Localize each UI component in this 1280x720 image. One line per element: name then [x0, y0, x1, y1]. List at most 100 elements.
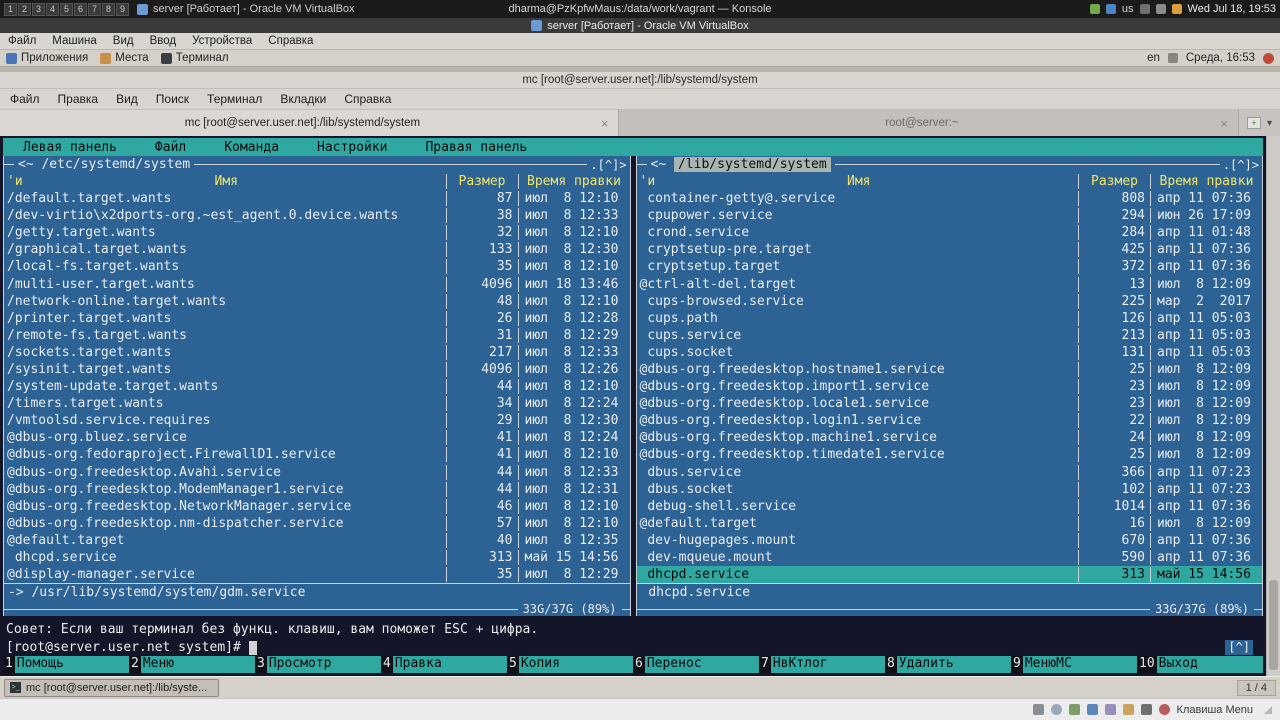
function-key[interactable]: 6 Перенос — [633, 656, 759, 673]
resize-grip[interactable] — [1264, 705, 1272, 714]
terminal-tab[interactable]: root@server:~ × — [619, 110, 1239, 136]
file-row[interactable]: /local-fs.target.wants 35 июл 8 12:10 — [4, 258, 630, 275]
file-row[interactable]: @default.target 16 июл 8 12:09 — [637, 515, 1263, 532]
shutdown-icon[interactable] — [1263, 52, 1274, 64]
file-row[interactable]: cups.service 213 апр 11 05:03 — [637, 327, 1263, 344]
virtualbox-menu-item[interactable]: Устройства — [192, 35, 252, 47]
file-row[interactable]: /getty.target.wants 32 июл 8 12:10 — [4, 224, 630, 241]
shared-folders-status-icon[interactable] — [1122, 704, 1134, 715]
workspace-button[interactable]: 7 — [88, 2, 101, 16]
panel-scroll-corner[interactable]: .[^]> — [1220, 158, 1262, 172]
file-row[interactable]: @dbus-org.freedesktop.Avahi.service 44 и… — [4, 464, 630, 481]
file-row[interactable]: @dbus-org.freedesktop.login1.service 22 … — [637, 412, 1263, 429]
terminal-tab[interactable]: mc [root@server.user.net]:/lib/systemd/s… — [0, 110, 620, 136]
menu-terminal[interactable]: Терминал — [160, 52, 229, 64]
file-row[interactable]: @dbus-org.bluez.service 41 июл 8 12:24 — [4, 429, 630, 446]
mc-menu-item[interactable]: Команда — [224, 140, 279, 155]
file-row[interactable]: @ctrl-alt-del.target 13 июл 8 12:09 — [637, 275, 1263, 292]
file-row[interactable]: @dbus-org.freedesktop.NetworkManager.ser… — [4, 498, 630, 515]
keyboard-layout-indicator[interactable]: us — [1122, 3, 1134, 15]
virtualbox-menu-item[interactable]: Вид — [113, 35, 134, 47]
file-row[interactable]: cryptsetup.target 372 апр 11 07:36 — [637, 258, 1263, 275]
menu-applications[interactable]: Приложения — [6, 52, 88, 64]
function-key[interactable]: 1 Помощь — [3, 656, 129, 673]
panel-scroll-corner[interactable]: .[^]> — [587, 158, 629, 172]
tab-list-chevron-down-icon[interactable]: ▾ — [1267, 118, 1272, 129]
function-key[interactable]: 4 Правка — [381, 656, 507, 673]
workspace-button[interactable]: 8 — [102, 2, 115, 16]
file-row[interactable]: cups.path 126 апр 11 05:03 — [637, 310, 1263, 327]
scrollbar-thumb[interactable] — [1269, 580, 1278, 670]
file-row[interactable]: /network-online.target.wants 48 июл 8 12… — [4, 293, 630, 310]
function-key[interactable]: 3 Просмотр — [255, 656, 381, 673]
new-tab-icon[interactable]: + — [1246, 117, 1261, 129]
virtualbox-titlebar[interactable]: server [Работает] - Oracle VM VirtualBox — [0, 18, 1280, 33]
file-row[interactable]: /remote-fs.target.wants 31 июл 8 12:29 — [4, 327, 630, 344]
workspace-button[interactable]: 1 — [4, 2, 17, 16]
file-row[interactable]: container-getty@.service 808 апр 11 07:3… — [637, 190, 1263, 207]
file-row[interactable]: @default.target 40 июл 8 12:35 — [4, 532, 630, 549]
workspace-button[interactable]: 9 — [116, 2, 129, 16]
tray-network-icon[interactable] — [1089, 4, 1100, 14]
header-name[interactable]: 'и Имя — [4, 174, 446, 189]
file-row[interactable]: @dbus-org.freedesktop.machine1.service 2… — [637, 429, 1263, 446]
workspace-button[interactable]: 2 — [18, 2, 31, 16]
workspace-button[interactable]: 4 — [46, 2, 59, 16]
file-row[interactable]: dhcpd.service 313 май 15 14:56 — [636, 566, 1262, 584]
file-row[interactable]: dbus.service 366 апр 11 07:23 — [637, 464, 1263, 481]
mc-menu-item[interactable]: Правая панель — [425, 140, 527, 155]
file-row[interactable]: @dbus-org.freedesktop.ModemManager1.serv… — [4, 481, 630, 498]
konsole-menu-item[interactable]: Терминал — [207, 92, 262, 106]
function-key[interactable]: 7 НвКтлог — [759, 656, 885, 673]
workspace-pager[interactable]: 1 / 4 — [1236, 679, 1276, 696]
virtualbox-menu-item[interactable]: Ввод — [150, 35, 177, 47]
network-status-icon[interactable] — [1086, 704, 1098, 715]
konsole-menu-item[interactable]: Файл — [10, 92, 40, 106]
hdd-status-icon[interactable] — [1032, 704, 1044, 715]
terminal-scrollbar[interactable] — [1266, 136, 1280, 676]
file-row[interactable]: cryptsetup-pre.target 425 апр 11 07:36 — [637, 241, 1263, 258]
file-row[interactable]: @display-manager.service 35 июл 8 12:29 — [4, 566, 630, 583]
header-size[interactable]: Размер — [445, 174, 518, 189]
workspace-button[interactable]: 6 — [74, 2, 87, 16]
guest-clock[interactable]: Среда, 16:53 — [1186, 52, 1255, 64]
file-row[interactable]: /system-update.target.wants 44 июл 8 12:… — [4, 378, 630, 395]
file-row[interactable]: @dbus-org.freedesktop.nm-dispatcher.serv… — [4, 515, 630, 532]
host-clock[interactable]: Wed Jul 18, 19:53 — [1188, 3, 1276, 15]
taskbar-active-window[interactable]: server [Работает] - Oracle VM VirtualBox — [137, 3, 355, 15]
konsole-menu-item[interactable]: Поиск — [156, 92, 189, 106]
virtualbox-menu-item[interactable]: Файл — [8, 35, 36, 47]
recording-status-icon[interactable] — [1158, 704, 1170, 715]
mc-menu-item[interactable]: Файл — [155, 140, 186, 155]
taskbar-task-button[interactable]: >_ mc [root@server.user.net]:/lib/syste.… — [4, 678, 219, 697]
header-name[interactable]: 'и Имя — [637, 174, 1079, 189]
konsole-menu-item[interactable]: Вкладки — [280, 92, 326, 106]
function-key[interactable]: 5 Копия — [507, 656, 633, 673]
header-mtime[interactable]: Время правки — [1150, 174, 1262, 189]
display-status-icon[interactable] — [1140, 704, 1152, 715]
konsole-menu-item[interactable]: Справка — [344, 92, 391, 106]
shell-prompt-line[interactable]: [root@server.user.net system]# [^] — [3, 639, 1263, 656]
function-key[interactable]: 8 Удалить — [885, 656, 1011, 673]
header-mtime[interactable]: Время правки — [517, 174, 630, 189]
guest-keyboard-layout[interactable]: en — [1147, 52, 1160, 64]
cdrom-status-icon[interactable] — [1050, 704, 1062, 715]
function-key[interactable]: 9 МенюМС — [1011, 656, 1137, 673]
header-size[interactable]: Размер — [1078, 174, 1150, 189]
tray-updates-icon[interactable] — [1171, 4, 1182, 14]
konsole-menu-item[interactable]: Правка — [58, 92, 99, 106]
virtualbox-menu-item[interactable]: Машина — [52, 35, 97, 47]
file-row[interactable]: dev-mqueue.mount 590 апр 11 07:36 — [637, 549, 1263, 566]
file-row[interactable]: dev-hugepages.mount 670 апр 11 07:36 — [637, 532, 1263, 549]
usb-status-icon[interactable] — [1104, 704, 1116, 715]
file-row[interactable]: debug-shell.service 1014 апр 11 07:36 — [637, 498, 1263, 515]
file-row[interactable]: /multi-user.target.wants 4096 июл 18 13:… — [4, 275, 630, 292]
audio-status-icon[interactable] — [1068, 704, 1080, 715]
volume-icon[interactable] — [1167, 53, 1178, 63]
file-row[interactable]: /default.target.wants 87 июл 8 12:10 — [4, 190, 630, 207]
file-row[interactable]: /timers.target.wants 34 июл 8 12:24 — [4, 395, 630, 412]
workspace-button[interactable]: 5 — [60, 2, 73, 16]
file-row[interactable]: dbus.socket 102 апр 11 07:23 — [637, 481, 1263, 498]
konsole-menu-item[interactable]: Вид — [116, 92, 138, 106]
mc-menu-item[interactable]: Настройки — [317, 140, 387, 155]
